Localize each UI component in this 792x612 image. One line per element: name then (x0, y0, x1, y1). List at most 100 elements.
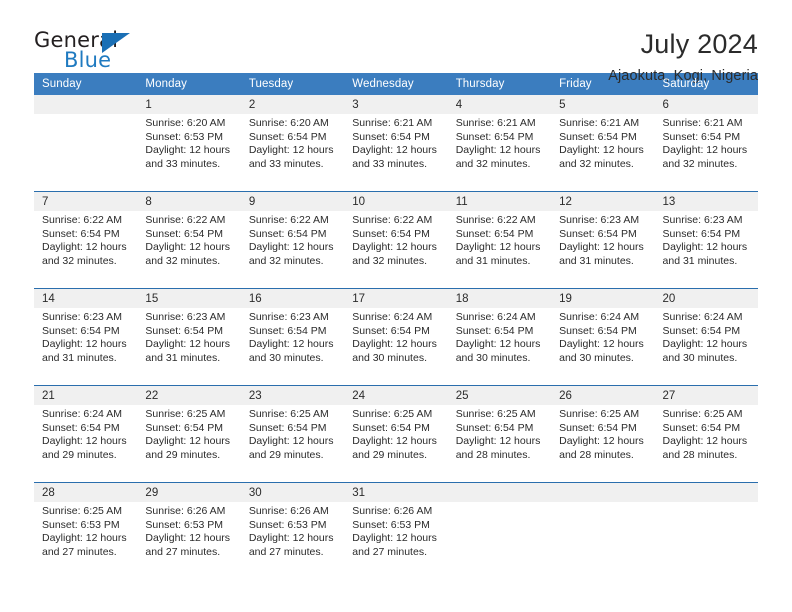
sunrise-text: Sunrise: 6:26 AM (248, 505, 329, 517)
sunrise-text: Sunrise: 6:25 AM (42, 505, 122, 517)
day-number[interactable]: 1 (137, 95, 241, 114)
daylight-text-line2 (42, 158, 127, 172)
daylight-text-line1: Daylight: 12 hours (42, 241, 127, 254)
day-cell: Sunrise: 6:25 AM Sunset: 6:53 PM Daylight:… (34, 502, 138, 579)
daylight-text-line2: and 31 minutes. (559, 254, 634, 267)
general-blue-logo[interactable]: General Blue (34, 28, 164, 76)
day-number[interactable]: 28 (34, 482, 138, 502)
day-number[interactable]: 25 (447, 385, 552, 405)
daylight-text-line1: Daylight: 12 hours (352, 532, 437, 545)
daylight-text-line2: and 32 minutes. (352, 254, 427, 267)
sunrise-text: Sunrise: 6:22 AM (352, 214, 433, 226)
day-number[interactable]: 23 (240, 385, 345, 405)
day-number[interactable]: 9 (240, 191, 345, 211)
day-number[interactable]: 31 (344, 482, 448, 502)
day-number[interactable]: 27 (654, 385, 758, 405)
day-number[interactable]: 21 (34, 385, 138, 405)
daylight-text-line1: Daylight: 12 hours (455, 435, 541, 448)
sunrise-text: Sunrise: 6:25 AM (455, 408, 536, 420)
daylight-text-line2: and 32 minutes. (145, 254, 221, 267)
sunset-text: Sunset: 6:54 PM (42, 227, 120, 240)
sunset-text: Sunset: 6:54 PM (248, 421, 327, 434)
week-daynumber-row: 14 15 16 17 18 19 20 (34, 288, 758, 308)
daylight-text-line1 (559, 532, 644, 546)
sunrise-text (559, 505, 644, 519)
day-cell: Sunrise: 6:24 AM Sunset: 6:54 PM Daylight:… (551, 308, 655, 386)
day-number[interactable]: 5 (551, 95, 655, 114)
sunset-text: Sunset: 6:54 PM (455, 324, 534, 337)
daylight-text-line1: Daylight: 12 hours (248, 241, 334, 254)
sunset-text: Sunset: 6:53 PM (42, 518, 120, 531)
daylight-text-line2: and 32 minutes. (42, 254, 117, 267)
day-number[interactable]: 16 (240, 288, 345, 308)
day-number[interactable]: 10 (344, 191, 448, 211)
week-detail-row: Sunrise: 6:20 AM Sunset: 6:53 PM Daylight:… (34, 114, 758, 192)
sunset-text: Sunset: 6:54 PM (662, 324, 741, 337)
daylight-text-line2: and 29 minutes. (145, 448, 221, 461)
day-number[interactable]: 22 (137, 385, 241, 405)
day-number[interactable]: 12 (551, 191, 655, 211)
day-number[interactable]: 26 (551, 385, 655, 405)
day-number[interactable]: 19 (551, 288, 655, 308)
sunrise-text: Sunrise: 6:21 AM (662, 117, 743, 129)
weekday-header-tuesday: Tuesday (240, 73, 345, 95)
day-number[interactable]: 2 (240, 95, 345, 114)
daylight-text-line2: and 32 minutes. (559, 157, 634, 170)
daylight-text-line2: and 29 minutes. (352, 448, 427, 461)
day-number[interactable]: 20 (654, 288, 758, 308)
day-number[interactable]: 7 (34, 191, 138, 211)
day-number[interactable]: 15 (137, 288, 241, 308)
title-block: July 2024 Ajaokuta, Kogi, Nigeria (608, 28, 758, 84)
sunset-text: Sunset: 6:54 PM (248, 130, 327, 143)
day-cell: Sunrise: 6:24 AM Sunset: 6:54 PM Daylight:… (34, 405, 138, 483)
daylight-text-line2: and 27 minutes. (42, 545, 117, 558)
daylight-text-line2: and 32 minutes. (455, 157, 531, 170)
sunset-text: Sunset: 6:53 PM (145, 130, 224, 143)
sunrise-text: Sunrise: 6:20 AM (248, 117, 329, 129)
day-cell: Sunrise: 6:22 AM Sunset: 6:54 PM Daylight:… (240, 211, 345, 289)
calendar-body: 123456 Sunrise: 6:20 AM Sunset: 6:53 PM Da… (34, 95, 758, 579)
day-number[interactable]: 17 (344, 288, 448, 308)
daylight-text-line1: Daylight: 12 hours (145, 241, 231, 254)
daylight-text-line2: and 31 minutes. (42, 351, 117, 364)
day-number[interactable]: 6 (654, 95, 758, 114)
day-number-empty (34, 95, 138, 114)
daylight-text-line1: Daylight: 12 hours (248, 435, 334, 448)
daylight-text-line2: and 33 minutes. (145, 157, 221, 170)
day-number[interactable]: 11 (447, 191, 552, 211)
day-number[interactable]: 13 (654, 191, 758, 211)
day-cell-empty (34, 114, 138, 192)
day-number[interactable]: 8 (137, 191, 241, 211)
daylight-text-line2: and 30 minutes. (248, 351, 324, 364)
sunset-text: Sunset: 6:54 PM (662, 130, 741, 143)
daylight-text-line2 (456, 546, 541, 560)
daylight-text-line1: Daylight: 12 hours (662, 144, 748, 157)
sunset-text: Sunset: 6:54 PM (42, 421, 120, 434)
day-number[interactable]: 24 (344, 385, 448, 405)
day-cell: Sunrise: 6:21 AM Sunset: 6:54 PM Daylight:… (447, 114, 552, 192)
day-number[interactable]: 3 (344, 95, 448, 114)
week-daynumber-row: 28 29 30 31 (34, 482, 758, 502)
day-number-empty (447, 482, 552, 502)
sunrise-text: Sunrise: 6:25 AM (559, 408, 640, 420)
daylight-text-line1: Daylight: 12 hours (145, 338, 231, 351)
daylight-text-line2 (559, 546, 644, 560)
daylight-text-line2 (663, 546, 748, 560)
day-number[interactable]: 4 (447, 95, 552, 114)
day-number[interactable]: 29 (137, 482, 241, 502)
daylight-text-line2: and 29 minutes. (42, 448, 117, 461)
day-cell: Sunrise: 6:25 AM Sunset: 6:54 PM Daylight:… (447, 405, 552, 483)
week-daynumber-row: 7 8 9 10 11 12 13 (34, 191, 758, 211)
page-title: July 2024 (640, 29, 758, 59)
daylight-text-line2: and 32 minutes. (248, 254, 324, 267)
day-number[interactable]: 30 (240, 482, 345, 502)
sunset-text: Sunset: 6:54 PM (352, 227, 430, 240)
day-cell: Sunrise: 6:25 AM Sunset: 6:54 PM Daylight:… (654, 405, 758, 483)
day-cell: Sunrise: 6:25 AM Sunset: 6:54 PM Daylight:… (137, 405, 241, 483)
daylight-text-line2: and 27 minutes. (145, 545, 221, 558)
daylight-text-line1: Daylight: 12 hours (42, 532, 127, 545)
day-cell: Sunrise: 6:20 AM Sunset: 6:54 PM Daylight:… (240, 114, 345, 192)
day-number[interactable]: 14 (34, 288, 138, 308)
daylight-text-line2: and 30 minutes. (352, 351, 427, 364)
day-number[interactable]: 18 (447, 288, 552, 308)
